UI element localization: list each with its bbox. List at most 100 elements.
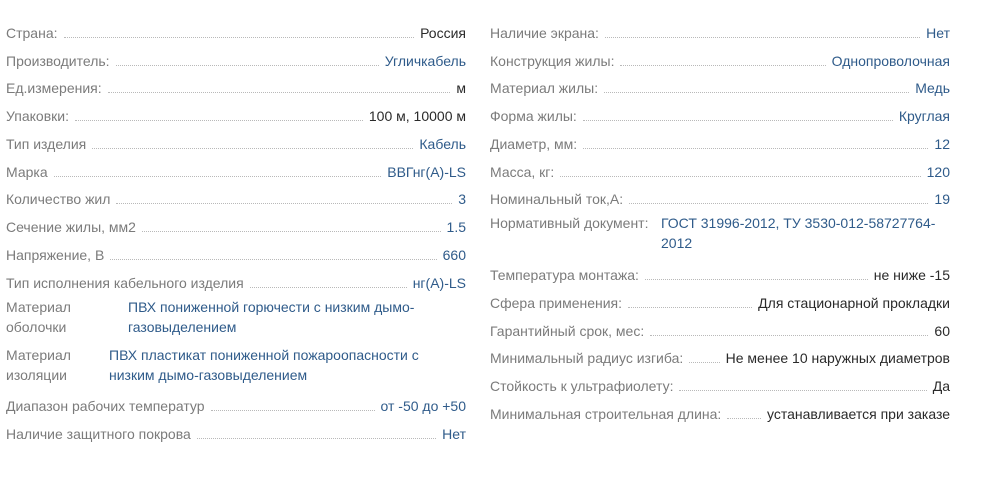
spec-row: Стойкость к ультрафиолету: Да <box>490 368 950 396</box>
spec-value-link[interactable]: 1.5 <box>447 217 466 237</box>
spec-label: Диапазон рабочих температур <box>6 398 205 415</box>
dot-leader <box>116 203 453 205</box>
spec-label: Страна: <box>6 24 58 41</box>
spec-value-link[interactable]: ПВХ пониженной горючести с низким дымо-г… <box>128 297 466 337</box>
spec-value: Россия <box>420 24 466 41</box>
dot-leader <box>115 64 379 66</box>
spec-value-link[interactable]: Однопроволочная <box>832 51 950 71</box>
spec-row: Наличие экрана: Нет <box>490 15 950 43</box>
dot-leader <box>53 175 382 177</box>
spec-label: Упаковки: <box>6 108 69 124</box>
spec-label: Нормативный документ: <box>490 215 649 232</box>
spec-row: Тип исполнения кабельного изделия нг(A)-L… <box>6 265 466 293</box>
dot-leader <box>689 362 720 364</box>
dot-leader <box>560 175 921 177</box>
spec-value-link[interactable]: ГОСТ 31996-2012, ТУ 3530-012-58727764-20… <box>661 213 950 253</box>
spec-value-link[interactable]: 19 <box>934 189 950 209</box>
spec-label: Наличие защитного покрова <box>6 426 191 442</box>
spec-label: Сечение жилы, мм2 <box>6 219 136 235</box>
spec-row: Температура монтажа: не ниже -15 <box>490 257 950 285</box>
spec-row: Материал оболочки ПВХ пониженной горючест… <box>6 293 466 341</box>
spec-label: Марка <box>6 163 48 180</box>
spec-value-link[interactable]: Медь <box>915 78 950 98</box>
spec-value: устанавливается при заказе <box>766 405 950 422</box>
spec-row: Ед.измерения: м <box>6 71 466 99</box>
spec-label: Стойкость к ультрафиолету: <box>490 378 674 394</box>
dot-leader <box>644 279 868 280</box>
spec-value: 100 м, 10000 м <box>368 108 466 124</box>
spec-label: Материал изоляции <box>6 346 71 383</box>
dot-leader <box>582 120 893 121</box>
dot-leader <box>604 36 921 38</box>
spec-label: Напряжение, В <box>6 246 105 263</box>
spec-row: Материал жилы: Медь <box>490 71 950 99</box>
spec-value-link[interactable]: Круглая <box>899 106 950 126</box>
spec-row: Марка ВВГнг(А)-LS <box>6 154 466 182</box>
spec-row: Диаметр, мм: 12 <box>490 126 950 154</box>
spec-label: Конструкция жилы: <box>490 52 615 69</box>
spec-value-link[interactable]: от -50 до +50 <box>381 396 467 416</box>
spec-value-link[interactable]: Угличкабель <box>385 51 466 71</box>
spec-label: Минимальная строительная длина: <box>490 405 722 422</box>
spec-row: Гарантийный срок, мес: 60 <box>490 313 950 341</box>
dot-leader <box>92 147 414 149</box>
spec-label: Тип изделия <box>6 135 87 152</box>
spec-label: Тип исполнения кабельного изделия <box>6 274 244 291</box>
dot-leader <box>628 306 753 308</box>
spec-value-link[interactable]: нг(A)-LS <box>413 273 466 293</box>
dot-leader <box>210 410 375 412</box>
dot-leader <box>620 64 826 66</box>
spec-value-link[interactable]: Кабель <box>419 134 466 154</box>
spec-row: Форма жилы: Круглая <box>490 98 950 126</box>
spec-row: Минимальная строительная длина: устанавли… <box>490 396 950 424</box>
dot-leader <box>650 334 929 336</box>
spec-label: Минимальный радиус изгиба: <box>490 350 684 367</box>
spec-label: Масса, кг: <box>490 163 555 180</box>
spec-row: Страна: Россия <box>6 15 466 43</box>
dot-leader <box>110 258 437 260</box>
spec-value-link[interactable]: Нет <box>926 23 950 43</box>
dot-leader <box>74 120 363 121</box>
spec-row: Диапазон рабочих температур от -50 до +50 <box>6 389 466 417</box>
spec-value: м <box>456 80 466 97</box>
spec-label: Материал жилы: <box>490 80 599 97</box>
specs-column-right: Наличие экрана: Нет Конструкция жилы: Одноп… <box>490 15 950 424</box>
spec-label: Наличие экрана: <box>490 24 599 41</box>
spec-value: Да <box>932 378 950 394</box>
spec-row: Тип изделия Кабель <box>6 126 466 154</box>
spec-row: Наличие защитного покрова Нет <box>6 416 466 444</box>
spec-value: Не менее 10 наружных диаметров <box>725 350 950 367</box>
spec-value: не ниже -15 <box>873 267 950 283</box>
dot-leader <box>583 147 929 149</box>
dot-leader <box>141 231 441 232</box>
spec-row: Сфера применения: Для стационарной прокла… <box>490 285 950 313</box>
spec-value-link[interactable]: ВВГнг(А)-LS <box>387 162 466 182</box>
spec-row: Номинальный ток,А: 19 <box>490 182 950 210</box>
dot-leader <box>727 417 761 419</box>
spec-label: Сфера применения: <box>490 294 623 311</box>
spec-value: 60 <box>934 322 950 339</box>
spec-row: Сечение жилы, мм2 1.5 <box>6 209 466 237</box>
spec-row: Конструкция жилы: Однопроволочная <box>490 43 950 71</box>
spec-label: Диаметр, мм: <box>490 135 578 152</box>
spec-value: Для стационарной прокладки <box>758 294 950 311</box>
spec-label: Форма жилы: <box>490 108 577 124</box>
spec-row: Количество жил 3 <box>6 182 466 210</box>
dot-leader <box>63 36 415 38</box>
spec-value-link[interactable]: 120 <box>927 162 950 182</box>
spec-row: Напряжение, В 660 <box>6 237 466 265</box>
spec-value-link[interactable]: 3 <box>458 189 466 209</box>
spec-label: Номинальный ток,А: <box>490 191 624 208</box>
spec-value-link[interactable]: Нет <box>442 424 466 444</box>
product-specifications: Страна: Россия Производитель: Угличкабель Ед… <box>0 0 1000 478</box>
spec-value-link[interactable]: ПВХ пластикат пониженной пожароопасности… <box>109 345 466 385</box>
spec-row: Масса, кг: 120 <box>490 154 950 182</box>
dot-leader <box>679 390 927 391</box>
spec-label: Ед.измерения: <box>6 80 102 97</box>
spec-value-link[interactable]: 12 <box>934 134 950 154</box>
spec-label: Производитель: <box>6 52 110 69</box>
specs-column-left: Страна: Россия Производитель: Угличкабель Ед… <box>6 15 466 444</box>
spec-label: Материал оболочки <box>6 298 71 335</box>
spec-value-link[interactable]: 660 <box>443 245 466 265</box>
dot-leader <box>249 286 407 288</box>
